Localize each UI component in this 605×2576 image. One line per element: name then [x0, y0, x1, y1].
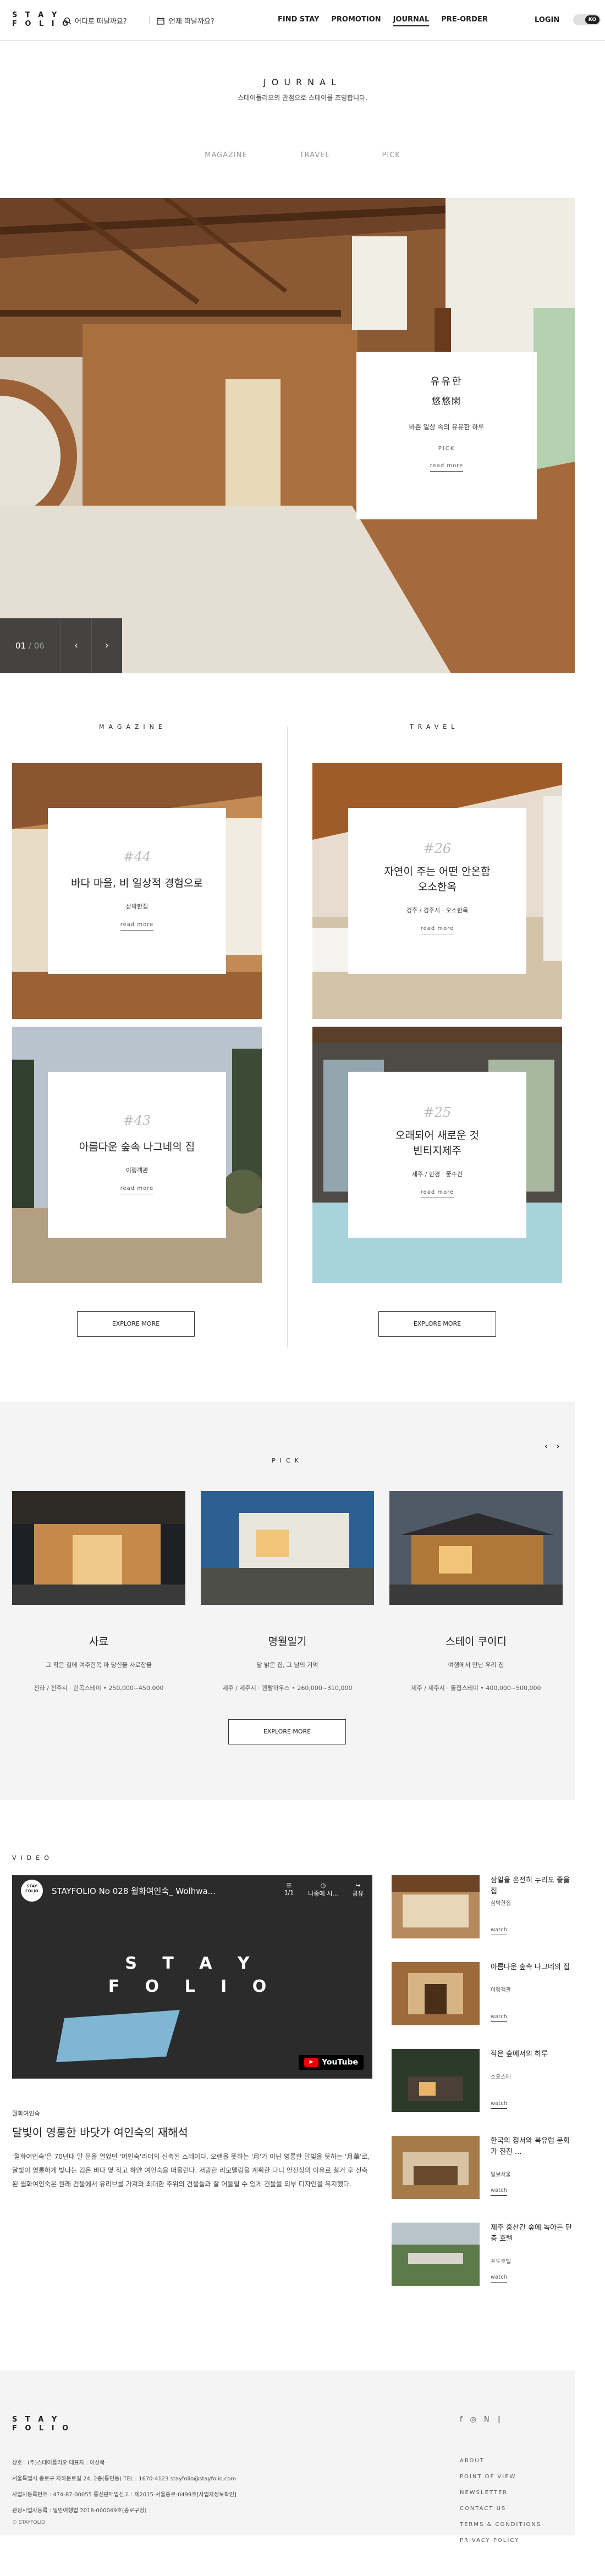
calendar-icon [157, 17, 164, 25]
nav-pre-order[interactable]: PRE-ORDER [441, 15, 488, 26]
logo-line: F O L I O [12, 20, 72, 28]
login-link[interactable]: LOGIN [535, 16, 559, 24]
language-toggle[interactable]: KO [573, 14, 601, 25]
page-canvas [0, 41, 605, 2576]
site-header: S T A Y F O L I O 어디로 떠날까요? 언제 떠날까요? FIN… [0, 0, 605, 41]
nav-find-stay[interactable]: FIND STAY [278, 15, 319, 26]
search-label: 어디로 떠날까요? [75, 18, 127, 26]
nav-journal[interactable]: JOURNAL [393, 15, 430, 26]
date-trigger[interactable]: 언제 떠날까요? [149, 15, 215, 26]
logo-line: S T A Y [12, 11, 60, 19]
language-label: KO [585, 15, 600, 24]
search-trigger[interactable]: 어디로 떠날까요? [64, 15, 127, 26]
nav-promotion[interactable]: PROMOTION [331, 15, 381, 26]
main-nav: FIND STAY PROMOTION JOURNAL PRE-ORDER [278, 15, 488, 26]
search-icon [64, 17, 72, 25]
date-label: 언제 떠날까요? [169, 18, 215, 26]
site-logo[interactable]: S T A Y F O L I O [12, 11, 71, 29]
